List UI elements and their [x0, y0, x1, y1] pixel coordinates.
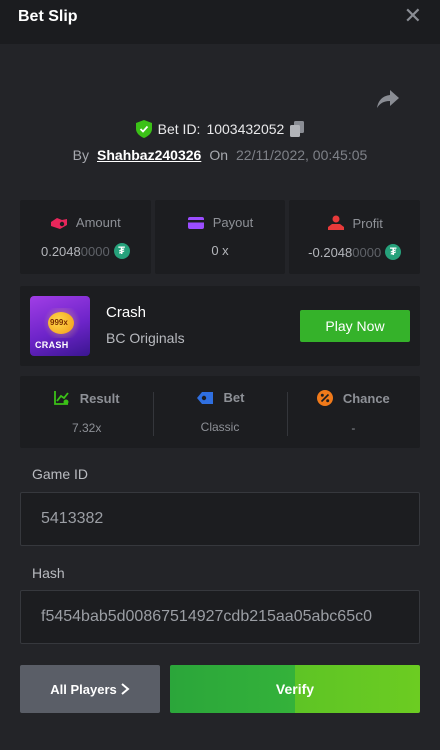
page-title: Bet Slip — [18, 8, 78, 25]
stat-payout-label: Payout — [212, 215, 254, 230]
result-value: 7.32x — [71, 421, 102, 435]
stat-payout-value: 0 x — [211, 243, 229, 258]
stat-amount-value-dim: 0000 — [80, 243, 110, 259]
on-label: On — [209, 147, 228, 163]
bet-value: Classic — [200, 420, 240, 434]
all-players-button[interactable]: All Players — [20, 665, 160, 713]
play-now-button[interactable]: Play Now — [300, 310, 410, 342]
bet-col: Bet Classic — [153, 376, 286, 448]
username-link[interactable]: Shahbaz240326 — [97, 147, 201, 163]
bet-meta-row: By Shahbaz240326 On 22/11/2022, 00:45:05 — [0, 144, 440, 166]
percent-icon — [316, 390, 333, 406]
thumbnail-title: CRASH — [35, 340, 69, 350]
all-players-label: All Players — [50, 681, 117, 697]
bet-datetime: 22/11/2022, 00:45:05 — [236, 147, 368, 163]
copy-icon[interactable] — [290, 121, 305, 137]
verify-button[interactable]: Verify — [170, 665, 420, 713]
stat-profit-value: -0.2048 — [308, 244, 353, 260]
chance-value: - — [351, 421, 356, 435]
chevron-right-icon — [121, 683, 130, 695]
tether-icon: ₮ — [385, 244, 402, 260]
game-id-label: Game ID — [32, 466, 89, 482]
result-chart-icon — [53, 391, 69, 405]
hash-label: Hash — [32, 565, 65, 581]
by-label: By — [72, 147, 90, 163]
bet-id-label: Bet ID: — [157, 121, 201, 137]
hash-field[interactable] — [20, 590, 420, 644]
stat-amount-label: Amount — [75, 215, 121, 230]
header-bar: Bet Slip ✕ — [0, 0, 440, 44]
share-icon[interactable] — [376, 88, 400, 110]
result-label: Result — [79, 390, 120, 406]
stat-amount-value: 0.2048 — [40, 243, 81, 259]
profit-icon — [327, 215, 344, 230]
game-card: 999x CRASH Crash BC Originals Play Now — [20, 286, 420, 366]
result-col: Result 7.32x — [20, 376, 153, 448]
stat-payout: Payout 0 x — [154, 200, 286, 274]
chance-col: Chance - — [286, 376, 420, 448]
tether-icon: ₮ — [113, 243, 130, 259]
game-id-field[interactable] — [20, 492, 420, 546]
bet-id-value: 1003432052 — [206, 121, 285, 137]
bet-id-row: Bet ID: 1003432052 — [0, 118, 440, 140]
thumbnail-multiplier: 999x — [50, 318, 68, 327]
close-icon[interactable]: ✕ — [404, 5, 422, 27]
game-thumbnail[interactable]: 999x CRASH — [30, 296, 90, 356]
stat-amount: Amount 0.2048 0000 ₮ — [20, 200, 151, 274]
stat-profit-label: Profit — [352, 215, 383, 231]
chance-label: Chance — [342, 390, 390, 406]
verified-shield-icon — [135, 120, 152, 138]
stat-profit: Profit -0.2048 0000 ₮ — [289, 200, 421, 274]
stat-profit-value-dim: 0000 — [352, 244, 382, 260]
bet-tag-icon — [196, 391, 213, 404]
payout-card-icon — [187, 216, 204, 229]
bet-label: Bet — [223, 390, 245, 405]
game-provider: BC Originals — [106, 330, 185, 346]
stats-panel: Amount 0.2048 0000 ₮ Payout 0 x Profit -… — [20, 200, 421, 274]
amount-icon — [50, 217, 67, 229]
game-name: Crash — [106, 304, 147, 321]
result-panel: Result 7.32x Bet Classic Chance - — [20, 376, 420, 448]
